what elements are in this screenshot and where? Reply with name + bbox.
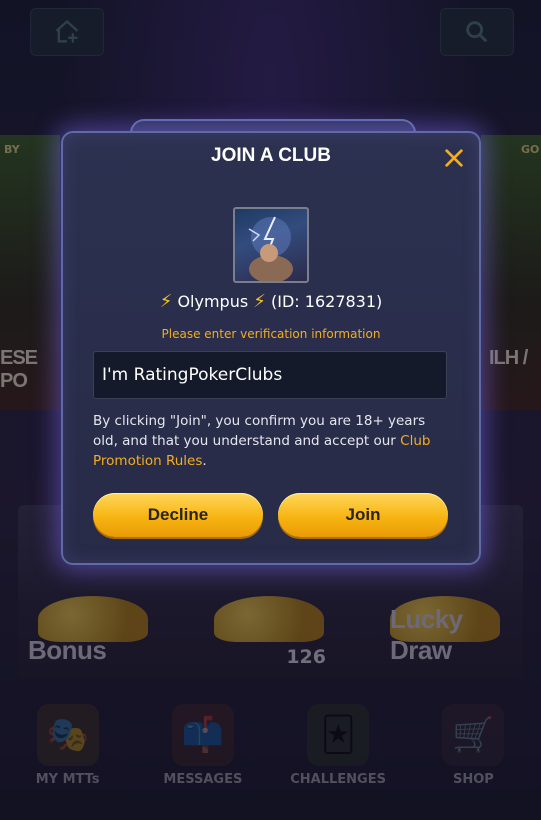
club-name: Olympus <box>177 292 249 311</box>
close-icon <box>445 149 463 167</box>
verify-prompt: Please enter verification information <box>161 327 381 341</box>
club-avatar <box>233 207 309 283</box>
club-name-line: ⚡ Olympus ⚡ (ID: 1627831) <box>61 291 481 312</box>
terms-period: . <box>202 453 207 469</box>
verification-input[interactable] <box>93 351 447 399</box>
close-button[interactable] <box>441 145 467 171</box>
dialog-title: JOIN A CLUB <box>211 145 331 166</box>
terms-text: By clicking "Join", you confirm you are … <box>93 411 453 471</box>
lightning-icon: ⚡ <box>159 291 173 312</box>
decline-button[interactable]: Decline <box>93 493 263 537</box>
join-button[interactable]: Join <box>278 493 448 537</box>
join-club-dialog: JOIN A CLUB ⚡ Olympus ⚡ (ID: 1627831) Pl… <box>61 119 481 565</box>
zeus-lightning-image <box>248 216 293 281</box>
lightning-icon: ⚡ <box>253 291 266 312</box>
terms-body: By clicking "Join", you confirm you are … <box>93 413 426 449</box>
club-id: (ID: 1627831) <box>271 292 383 311</box>
